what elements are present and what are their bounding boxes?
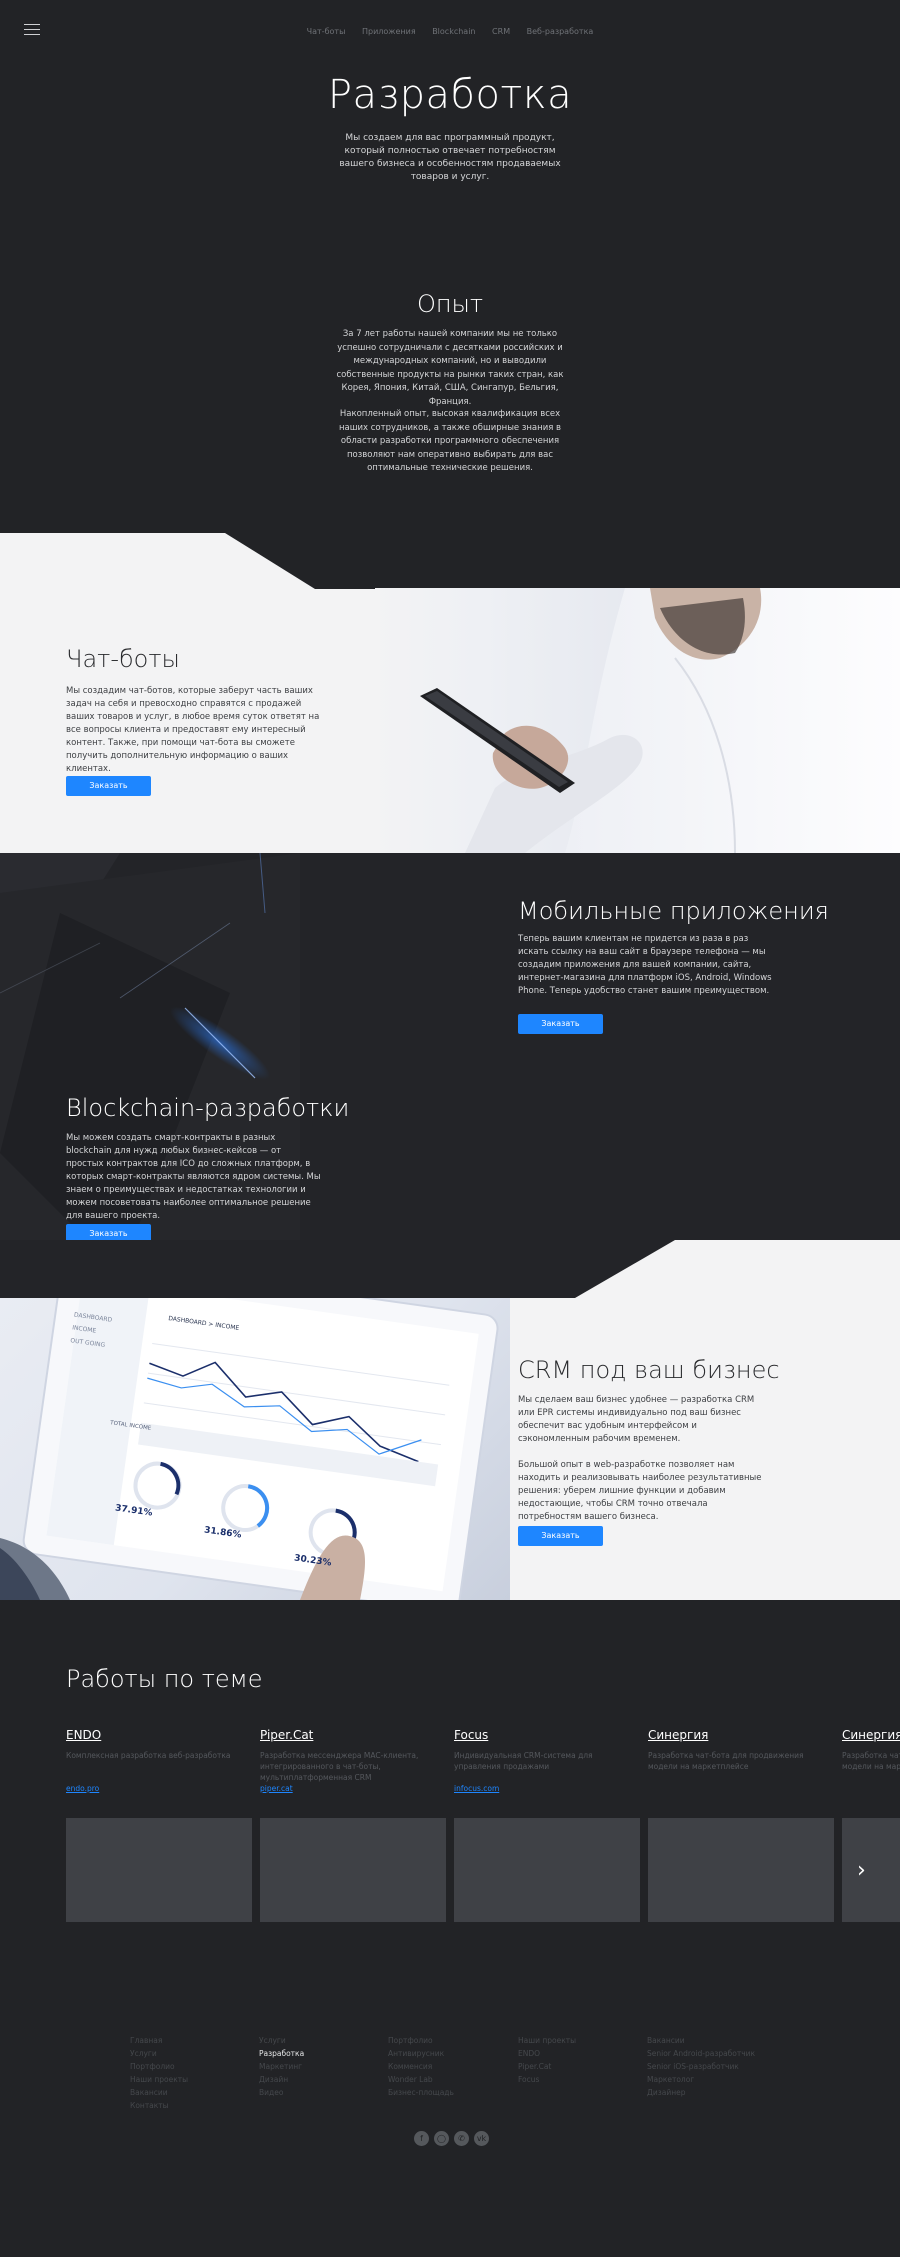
footer-link[interactable]: Вакансии <box>130 2086 188 2099</box>
footer-column-portfolio: Портфолио Антивирусник Комменсия Wonder … <box>388 2034 454 2099</box>
nav-chatbots[interactable]: Чат-боты <box>307 27 346 36</box>
nav-crm[interactable]: CRM <box>492 27 510 36</box>
footer-link[interactable]: Focus <box>518 2073 576 2086</box>
crm-dashboard-image: DASHBOARD INCOME OUT GOING DASHBOARD > I… <box>0 1298 510 1600</box>
work-card: ENDO Комплексная разработка веб-разработ… <box>66 1728 252 1793</box>
footer-link[interactable]: Дизайн <box>259 2073 304 2086</box>
work-description: Разработка мессенджера MAC-клиента, инте… <box>260 1751 419 1782</box>
works-title: Работы по теме <box>66 1665 263 1693</box>
work-link[interactable]: piper.cat <box>260 1784 446 1793</box>
work-card: Синергия Разработка чат-бота для продвиж… <box>842 1728 900 1784</box>
footer-link[interactable]: Senior Android-разработчик <box>647 2047 755 2060</box>
experience-paragraph-2: Накопленный опыт, высокая квалификация в… <box>338 409 562 473</box>
crm-text-1: Мы сделаем ваш бизнес удобнее — разработ… <box>518 1395 755 1444</box>
crm-title: CRM под ваш бизнес <box>518 1356 780 1384</box>
chevron-right-icon[interactable]: › <box>857 1858 866 1883</box>
footer-link[interactable]: Piper.Cat <box>518 2060 576 2073</box>
instagram-icon[interactable]: ◯ <box>434 2131 449 2146</box>
vk-icon[interactable]: vk <box>474 2131 489 2146</box>
work-description: Индивидуальная CRM-система для управлени… <box>454 1751 593 1771</box>
work-description: Разработка чат-бота для продвижения моде… <box>842 1751 900 1771</box>
footer-link[interactable]: Бизнес-площадь <box>388 2086 454 2099</box>
footer-link[interactable]: Контакты <box>130 2099 188 2112</box>
footer-link[interactable]: Senior iOS-разработчик <box>647 2060 755 2073</box>
mobile-order-button[interactable]: Заказать <box>518 1014 603 1034</box>
mobile-apps-title: Мобильные приложения <box>518 897 829 925</box>
footer-link[interactable]: Главная <box>130 2034 188 2047</box>
dashboard-menu: DASHBOARD INCOME OUT GOING <box>69 1311 113 1350</box>
page: Чат-боты Приложения Blockchain CRM Веб-р… <box>0 0 900 2257</box>
chatbots-text: Мы создадим чат-ботов, которые заберут ч… <box>66 686 320 774</box>
work-title[interactable]: ENDO <box>66 1728 252 1742</box>
section-divider <box>225 533 900 589</box>
crm-text-2: Большой опыт в web-разработке позволяет … <box>518 1460 762 1522</box>
social-links: f ◯ ✆ vk <box>414 2131 489 2146</box>
footer-link[interactable]: Wonder Lab <box>388 2073 454 2086</box>
mobile-apps-text: Теперь вашим клиентам не придется из раз… <box>518 934 772 996</box>
nav-apps[interactable]: Приложения <box>362 27 416 36</box>
work-title[interactable]: Focus <box>454 1728 640 1742</box>
footer-link[interactable]: Наши проекты <box>518 2034 576 2047</box>
nav-blockchain[interactable]: Blockchain <box>432 27 475 36</box>
footer-link[interactable]: Услуги <box>259 2034 304 2047</box>
footer-link[interactable]: Видео <box>259 2086 304 2099</box>
blockchain-text: Мы можем создать смарт-контракты в разны… <box>66 1133 321 1221</box>
work-thumbnail[interactable] <box>260 1818 446 1922</box>
work-thumbnail[interactable] <box>842 1818 900 1922</box>
work-title[interactable]: Синергия <box>842 1728 900 1742</box>
section-divider-2 <box>0 1240 675 1298</box>
work-title[interactable]: Синергия <box>648 1728 834 1742</box>
footer-link[interactable]: Услуги <box>130 2047 188 2060</box>
footer-link[interactable]: Наши проекты <box>130 2073 188 2086</box>
crm-order-button[interactable]: Заказать <box>518 1526 603 1546</box>
work-card: Синергия Разработка чат-бота для продвиж… <box>648 1728 834 1784</box>
work-thumbnail[interactable] <box>454 1818 640 1922</box>
footer-link[interactable]: Вакансии <box>647 2034 755 2047</box>
footer-link[interactable]: Дизайнер <box>647 2086 755 2099</box>
footer-link[interactable]: Маркетолог <box>647 2073 755 2086</box>
work-thumbnail[interactable] <box>66 1818 252 1922</box>
chatbots-title: Чат-боты <box>66 645 180 673</box>
work-thumbnail[interactable] <box>648 1818 834 1922</box>
chatbots-order-button[interactable]: Заказать <box>66 776 151 796</box>
top-navigation: Чат-боты Приложения Blockchain CRM Веб-р… <box>0 27 900 36</box>
footer-column-main: Главная Услуги Портфолио Наши проекты Ва… <box>130 2034 188 2112</box>
work-title[interactable]: Piper.Cat <box>260 1728 446 1742</box>
footer-link[interactable]: Маркетинг <box>259 2060 304 2073</box>
footer-link[interactable]: Портфолио <box>388 2034 454 2047</box>
page-title: Разработка <box>327 72 573 118</box>
footer-link-active[interactable]: Разработка <box>259 2047 304 2060</box>
work-description: Разработка чат-бота для продвижения моде… <box>648 1751 804 1771</box>
footer-column-projects: Наши проекты ENDO Piper.Cat Focus <box>518 2034 576 2086</box>
nav-web[interactable]: Веб-разработка <box>527 27 594 36</box>
blockchain-title: Blockchain-разработки <box>66 1094 350 1122</box>
work-description: Комплексная разработка веб-разработка <box>66 1751 231 1760</box>
footer-link[interactable]: Комменсия <box>388 2060 454 2073</box>
phone-icon[interactable]: ✆ <box>454 2131 469 2146</box>
footer-link[interactable]: Портфолио <box>130 2060 188 2073</box>
work-link[interactable]: endo.pro <box>66 1784 252 1793</box>
footer-link[interactable]: Антивирусник <box>388 2047 454 2060</box>
experience-title: Опыт <box>416 290 484 318</box>
work-card: Focus Индивидуальная CRM-система для упр… <box>454 1728 640 1793</box>
hero-description: Мы создаем для вас программный продукт, … <box>339 133 561 182</box>
facebook-icon[interactable]: f <box>414 2131 429 2146</box>
footer-column-services: Услуги Разработка Маркетинг Дизайн Видео <box>259 2034 304 2099</box>
work-link[interactable]: infocus.com <box>454 1784 640 1793</box>
man-with-phone-image <box>375 588 900 853</box>
work-card: Piper.Cat Разработка мессенджера MAC-кли… <box>260 1728 446 1793</box>
footer-column-vacancies: Вакансии Senior Android-разработчик Seni… <box>647 2034 755 2099</box>
footer-link[interactable]: ENDO <box>518 2047 576 2060</box>
experience-paragraph-1: За 7 лет работы нашей компании мы не тол… <box>336 329 564 407</box>
